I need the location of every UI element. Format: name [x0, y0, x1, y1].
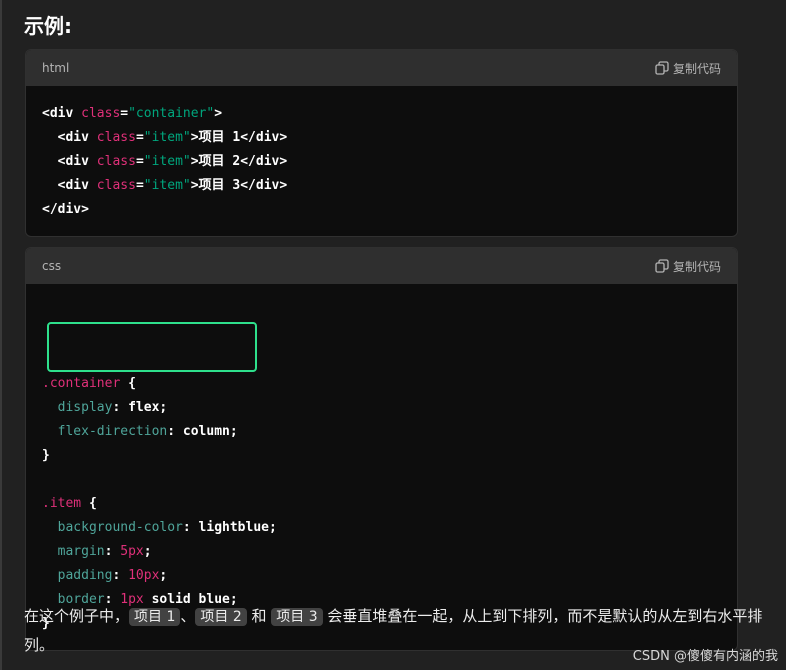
code-token: = [135, 154, 144, 169]
paragraph-text: 、 [180, 607, 196, 625]
code-line: display: flex; [42, 396, 721, 420]
code-block-header: css 复制代码 [26, 248, 737, 284]
code-line: flex-direction: column; [42, 420, 721, 444]
code-token: class [96, 130, 136, 145]
code-token: <div [42, 178, 97, 193]
code-token: .item [42, 496, 82, 511]
code-line: </div> [42, 198, 721, 222]
paragraph-text: 在这个例子中， [24, 607, 130, 625]
code-token: <div [42, 154, 97, 169]
section-heading: 示例: [24, 14, 72, 38]
code-token: </div> [42, 202, 89, 217]
code-token: >项目 1</div> [190, 130, 288, 145]
code-token: display [42, 400, 113, 415]
code-token: "container" [128, 106, 215, 121]
code-token: class [81, 106, 121, 121]
copy-code-button[interactable]: 复制代码 [655, 258, 721, 275]
language-label: html [42, 61, 70, 75]
paragraph-text: 和 [246, 607, 272, 625]
code-token: margin [42, 544, 105, 559]
code-line: <div class="item">项目 3</div> [42, 174, 721, 198]
code-line: .container { [42, 372, 721, 396]
copy-icon [655, 61, 669, 75]
highlight-annotation-box [47, 322, 257, 372]
code-token: > [214, 106, 223, 121]
copy-icon [655, 259, 669, 273]
code-content: <div class="container"> <div class="item… [26, 86, 737, 236]
window-edge [0, 0, 2, 670]
code-token: 5px [120, 544, 144, 559]
code-token: column [182, 424, 230, 439]
code-token: >项目 2</div> [190, 154, 288, 169]
html-code-block: html 复制代码 <div class="container"> <div c… [25, 49, 738, 237]
code-token: = [135, 130, 144, 145]
code-token: <div [42, 130, 97, 145]
code-line: margin: 5px; [42, 540, 721, 564]
inline-code: 项目 2 [195, 608, 247, 626]
code-line: padding: 10px; [42, 564, 721, 588]
code-content: .container { display: flex; flex-directi… [26, 284, 737, 650]
code-token: ; [159, 568, 168, 583]
language-label: css [42, 259, 62, 273]
code-token: { [120, 376, 136, 391]
code-token: .container [42, 376, 121, 391]
code-line: <div class="container"> [42, 102, 721, 126]
code-token: class [96, 154, 136, 169]
code-token: "item" [143, 178, 191, 193]
code-line: <div class="item">项目 1</div> [42, 126, 721, 150]
code-token: : [112, 568, 129, 583]
code-line: } [42, 444, 721, 468]
code-token: : [104, 544, 121, 559]
code-token: } [42, 448, 50, 463]
code-token: 10px [128, 568, 160, 583]
code-token: background-color [42, 520, 183, 535]
code-token: "item" [143, 154, 191, 169]
code-token: >项目 3</div> [190, 178, 288, 193]
code-token: ; [143, 544, 152, 559]
watermark: CSDN @傻傻有内涵的我 [632, 649, 778, 664]
inline-code: 项目 1 [129, 608, 181, 626]
code-line: <div class="item">项目 2</div> [42, 150, 721, 174]
code-block-header: html 复制代码 [26, 50, 737, 86]
code-token: = [120, 106, 129, 121]
code-token: : [112, 400, 129, 415]
code-token: <div [42, 106, 82, 121]
code-line: .item { [42, 492, 721, 516]
code-token: padding [42, 568, 113, 583]
code-token: flex [128, 400, 160, 415]
code-token: class [96, 178, 136, 193]
code-token: ; [269, 520, 277, 535]
code-token: ; [229, 424, 238, 439]
code-token: flex-direction [42, 424, 168, 439]
copy-label: 复制代码 [672, 259, 721, 274]
code-token: { [81, 496, 97, 511]
css-code-block: css 复制代码 .container { display: flex; fle… [25, 247, 738, 651]
code-line: background-color: lightblue; [42, 516, 721, 540]
code-token: = [135, 178, 144, 193]
copy-code-button[interactable]: 复制代码 [655, 60, 721, 77]
code-token: "item" [143, 130, 191, 145]
copy-label: 复制代码 [672, 61, 721, 76]
code-token: : [182, 520, 199, 535]
code-token: ; [159, 400, 168, 415]
inline-code: 项目 3 [271, 608, 323, 626]
code-token: : [167, 424, 183, 439]
code-token: lightblue [198, 520, 269, 535]
